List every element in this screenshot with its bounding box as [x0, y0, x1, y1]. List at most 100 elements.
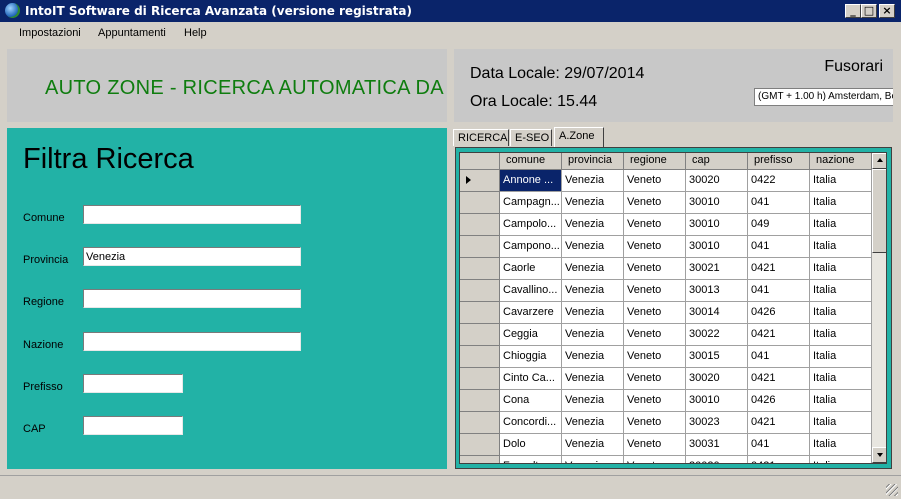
cell-provincia[interactable]: Venezia — [562, 280, 624, 302]
row-header[interactable] — [460, 192, 500, 214]
cell-comune[interactable]: Cavarzere — [500, 302, 562, 324]
cell-cap[interactable]: 30010 — [686, 192, 748, 214]
regione-input[interactable] — [83, 289, 301, 308]
menu-appuntamenti[interactable]: Appuntamenti — [98, 27, 166, 39]
cell-comune[interactable]: Campolo... — [500, 214, 562, 236]
cell-comune[interactable]: Campagn... — [500, 192, 562, 214]
cell-cap[interactable]: 30010 — [686, 214, 748, 236]
provincia-input[interactable] — [83, 247, 301, 266]
cell-nazione[interactable]: Italia — [810, 170, 872, 192]
menu-help[interactable]: Help — [184, 27, 207, 39]
scroll-down-button[interactable] — [872, 447, 886, 463]
timezone-select[interactable]: (GMT + 1.00 h) Amsterdam, Berlino — [754, 88, 893, 106]
cell-nazione[interactable]: Italia — [810, 368, 872, 390]
row-header[interactable] — [460, 346, 500, 368]
row-header[interactable] — [460, 390, 500, 412]
row-header[interactable] — [460, 280, 500, 302]
cell-provincia[interactable]: Venezia — [562, 258, 624, 280]
minimize-button[interactable]: _ — [845, 4, 861, 18]
cell-cap[interactable]: 30021 — [686, 258, 748, 280]
resize-grip[interactable] — [886, 484, 898, 496]
close-button[interactable]: × — [879, 4, 895, 18]
cell-regione[interactable]: Veneto — [624, 214, 686, 236]
cell-prefisso[interactable]: 0421 — [748, 324, 810, 346]
cell-regione[interactable]: Veneto — [624, 236, 686, 258]
cell-nazione[interactable]: Italia — [810, 280, 872, 302]
column-header-comune[interactable]: comune — [500, 153, 562, 170]
cell-comune[interactable]: Ceggia — [500, 324, 562, 346]
cell-prefisso[interactable]: 0421 — [748, 258, 810, 280]
cell-nazione[interactable]: Italia — [810, 302, 872, 324]
title-bar[interactable]: IntoIT Software di Ricerca Avanzata (ver… — [0, 0, 901, 22]
column-header-cap[interactable]: cap — [686, 153, 748, 170]
comune-input[interactable] — [83, 205, 301, 224]
row-header[interactable] — [460, 368, 500, 390]
vertical-scrollbar[interactable] — [872, 153, 886, 463]
cell-provincia[interactable]: Venezia — [562, 170, 624, 192]
cell-regione[interactable]: Veneto — [624, 280, 686, 302]
menu-impostazioni[interactable]: Impostazioni — [19, 27, 81, 39]
column-header-regione[interactable]: regione — [624, 153, 686, 170]
cell-provincia[interactable]: Venezia — [562, 346, 624, 368]
cell-prefisso[interactable]: 041 — [748, 346, 810, 368]
cell-comune[interactable]: Cavallino... — [500, 280, 562, 302]
cell-nazione[interactable]: Italia — [810, 434, 872, 456]
cell-cap[interactable]: 30022 — [686, 324, 748, 346]
cell-regione[interactable]: Veneto — [624, 170, 686, 192]
cell-cap[interactable]: 30020 — [686, 170, 748, 192]
cell-provincia[interactable]: Venezia — [562, 192, 624, 214]
cell-cap[interactable]: 30015 — [686, 346, 748, 368]
cell-regione[interactable]: Veneto — [624, 412, 686, 434]
cell-nazione[interactable]: Italia — [810, 346, 872, 368]
cell-nazione[interactable]: Italia — [810, 324, 872, 346]
results-grid[interactable]: comune provincia regione cap prefisso nazione… — [459, 152, 887, 464]
tab-ricerca[interactable]: RICERCA — [453, 129, 509, 146]
cell-prefisso[interactable]: 0421 — [748, 412, 810, 434]
cell-regione[interactable]: Veneto — [624, 324, 686, 346]
column-header-provincia[interactable]: provincia — [562, 153, 624, 170]
cell-comune[interactable]: Dolo — [500, 434, 562, 456]
cell-cap[interactable]: 30031 — [686, 434, 748, 456]
cap-input[interactable] — [83, 416, 183, 435]
scroll-thumb[interactable] — [872, 169, 886, 253]
cell-prefisso[interactable]: 041 — [748, 236, 810, 258]
tab-e-seo[interactable]: E-SEO — [510, 129, 552, 146]
cell-comune[interactable]: Cinto Ca... — [500, 368, 562, 390]
cell-cap[interactable]: 30020 — [686, 456, 748, 463]
nazione-input[interactable] — [83, 332, 301, 351]
cell-regione[interactable]: Veneto — [624, 192, 686, 214]
cell-prefisso[interactable]: 0422 — [748, 170, 810, 192]
cell-prefisso[interactable]: 049 — [748, 214, 810, 236]
cell-nazione[interactable]: Italia — [810, 214, 872, 236]
cell-comune[interactable]: Cona — [500, 390, 562, 412]
maximize-button[interactable]: □ — [861, 4, 877, 18]
cell-provincia[interactable]: Venezia — [562, 368, 624, 390]
scroll-up-button[interactable] — [872, 153, 886, 169]
cell-nazione[interactable]: Italia — [810, 192, 872, 214]
row-header[interactable] — [460, 258, 500, 280]
cell-nazione[interactable]: Italia — [810, 456, 872, 463]
cell-cap[interactable]: 30023 — [686, 412, 748, 434]
cell-provincia[interactable]: Venezia — [562, 236, 624, 258]
cell-nazione[interactable]: Italia — [810, 236, 872, 258]
cell-regione[interactable]: Veneto — [624, 456, 686, 463]
tab-a-zone[interactable]: A.Zone — [554, 127, 604, 147]
cell-prefisso[interactable]: 041 — [748, 434, 810, 456]
cell-provincia[interactable]: Venezia — [562, 456, 624, 463]
row-header[interactable] — [460, 302, 500, 324]
cell-provincia[interactable]: Venezia — [562, 214, 624, 236]
cell-comune[interactable]: Concordi... — [500, 412, 562, 434]
cell-prefisso[interactable]: 041 — [748, 280, 810, 302]
cell-prefisso[interactable]: 0421 — [748, 368, 810, 390]
cell-regione[interactable]: Veneto — [624, 390, 686, 412]
cell-provincia[interactable]: Venezia — [562, 302, 624, 324]
cell-regione[interactable]: Veneto — [624, 434, 686, 456]
row-header[interactable] — [460, 412, 500, 434]
cell-regione[interactable]: Veneto — [624, 302, 686, 324]
cell-nazione[interactable]: Italia — [810, 258, 872, 280]
row-header[interactable] — [460, 456, 500, 463]
cell-regione[interactable]: Veneto — [624, 368, 686, 390]
cell-cap[interactable]: 30013 — [686, 280, 748, 302]
cell-comune[interactable]: Fossalta... — [500, 456, 562, 463]
prefisso-input[interactable] — [83, 374, 183, 393]
